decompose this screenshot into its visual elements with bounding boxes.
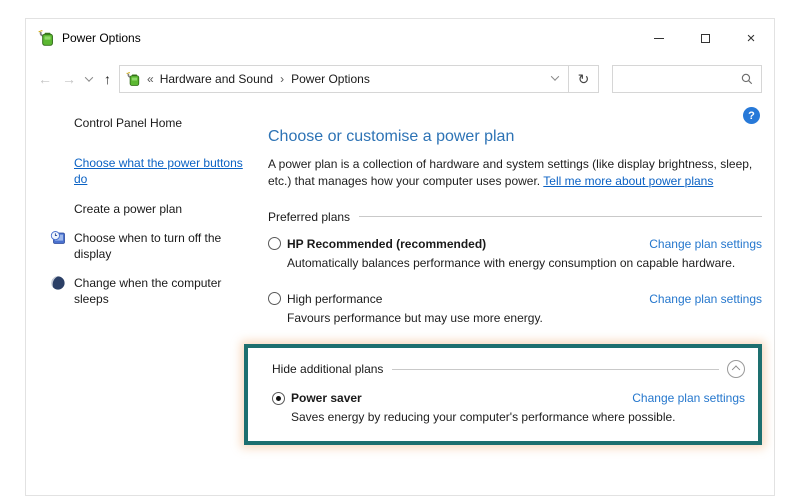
maximize-button[interactable]	[682, 19, 728, 57]
help-icon[interactable]: ?	[743, 107, 760, 124]
breadcrumb-separator: ›	[280, 72, 284, 86]
plan-name: High performance	[287, 292, 382, 306]
preferred-plans-header: Preferred plans	[268, 210, 762, 224]
page-title: Choose or customise a power plan	[268, 128, 762, 146]
plan-name: HP Recommended (recommended)	[287, 237, 486, 251]
up-button[interactable]: ↑	[104, 71, 111, 87]
plan-description: Favours performance but may use more ene…	[287, 310, 762, 327]
plan-description: Automatically balances performance with …	[287, 255, 762, 272]
breadcrumb-overflow[interactable]: «	[147, 72, 154, 86]
sidebar-item-turn-off-display[interactable]: Choose when to turn off the display	[48, 230, 243, 262]
address-bar-tail: ↻	[542, 66, 598, 92]
recent-pages-chevron-icon[interactable]	[85, 73, 93, 81]
search-icon	[740, 72, 754, 86]
search-box	[612, 65, 762, 93]
radio-hp-recommended[interactable]	[268, 237, 281, 250]
breadcrumb-hardware-and-sound[interactable]: Hardware and Sound	[160, 72, 273, 86]
divider	[392, 369, 719, 370]
back-button[interactable]: ←	[38, 71, 52, 87]
title-bar: Power Options ×	[26, 19, 774, 57]
minimize-button[interactable]	[636, 19, 682, 57]
close-icon: ×	[747, 31, 756, 46]
intro-text: A power plan is a collection of hardware…	[268, 156, 762, 191]
power-options-icon	[38, 30, 55, 47]
radio-high-performance[interactable]	[268, 292, 281, 305]
address-dropdown-button[interactable]	[542, 66, 568, 92]
moon-sleep-icon	[50, 275, 66, 291]
close-button[interactable]: ×	[728, 19, 774, 57]
section-label: Hide additional plans	[272, 362, 383, 376]
divider	[359, 216, 762, 217]
power-buttons-link[interactable]: Choose what the power buttons do	[74, 155, 243, 187]
section-label: Preferred plans	[268, 210, 350, 224]
change-plan-settings-link[interactable]: Change plan settings	[649, 292, 762, 306]
maximize-icon	[701, 34, 710, 43]
hide-additional-plans-header: Hide additional plans	[272, 360, 745, 378]
plan-name: Power saver	[291, 391, 362, 405]
additional-plans-highlight-box: Hide additional plans Power saver Change…	[244, 344, 762, 445]
sidebar-item-label: Choose when to turn off the display	[74, 231, 221, 261]
window-controls: ×	[636, 19, 774, 57]
sidebar: Control Panel Home Choose what the power…	[26, 107, 268, 445]
plan-row-hp-recommended: HP Recommended (recommended) Change plan…	[268, 237, 762, 251]
sidebar-item-label: Change when the computer sleeps	[74, 276, 221, 306]
power-options-window: Power Options × ← → ↑ « Hardware and Sou…	[25, 18, 775, 496]
plan-row-power-saver: Power saver Change plan settings	[272, 391, 745, 405]
breadcrumb-power-options[interactable]: Power Options	[291, 72, 370, 86]
search-input[interactable]	[620, 72, 740, 86]
address-row: ← → ↑ « Hardware and Sound › Power Optio…	[26, 57, 774, 101]
address-bar[interactable]: « Hardware and Sound › Power Options ↻	[119, 65, 599, 93]
forward-button[interactable]: →	[62, 71, 76, 87]
change-plan-settings-link[interactable]: Change plan settings	[632, 391, 745, 405]
chevron-up-icon	[732, 365, 740, 373]
power-options-icon	[126, 72, 141, 87]
display-clock-icon	[50, 230, 66, 246]
change-plan-settings-link[interactable]: Change plan settings	[649, 237, 762, 251]
radio-power-saver[interactable]	[272, 392, 285, 405]
plan-row-high-performance: High performance Change plan settings	[268, 292, 762, 306]
sidebar-item-create-power-plan[interactable]: Create a power plan	[48, 201, 243, 217]
tell-me-more-link[interactable]: Tell me more about power plans	[543, 174, 713, 188]
refresh-button[interactable]: ↻	[568, 66, 598, 92]
sidebar-item-computer-sleeps[interactable]: Change when the computer sleeps	[48, 275, 243, 307]
collapse-button[interactable]	[727, 360, 745, 378]
main-content: ? Choose or customise a power plan A pow…	[268, 107, 774, 445]
chevron-down-icon	[551, 72, 559, 80]
minimize-icon	[654, 38, 664, 39]
sidebar-item-control-panel-home[interactable]: Control Panel Home	[48, 115, 243, 131]
window-body: Control Panel Home Choose what the power…	[26, 101, 774, 445]
sidebar-item-power-buttons: Choose what the power buttons do	[48, 155, 243, 187]
plan-description: Saves energy by reducing your computer's…	[291, 409, 745, 426]
window-title: Power Options	[62, 31, 141, 45]
